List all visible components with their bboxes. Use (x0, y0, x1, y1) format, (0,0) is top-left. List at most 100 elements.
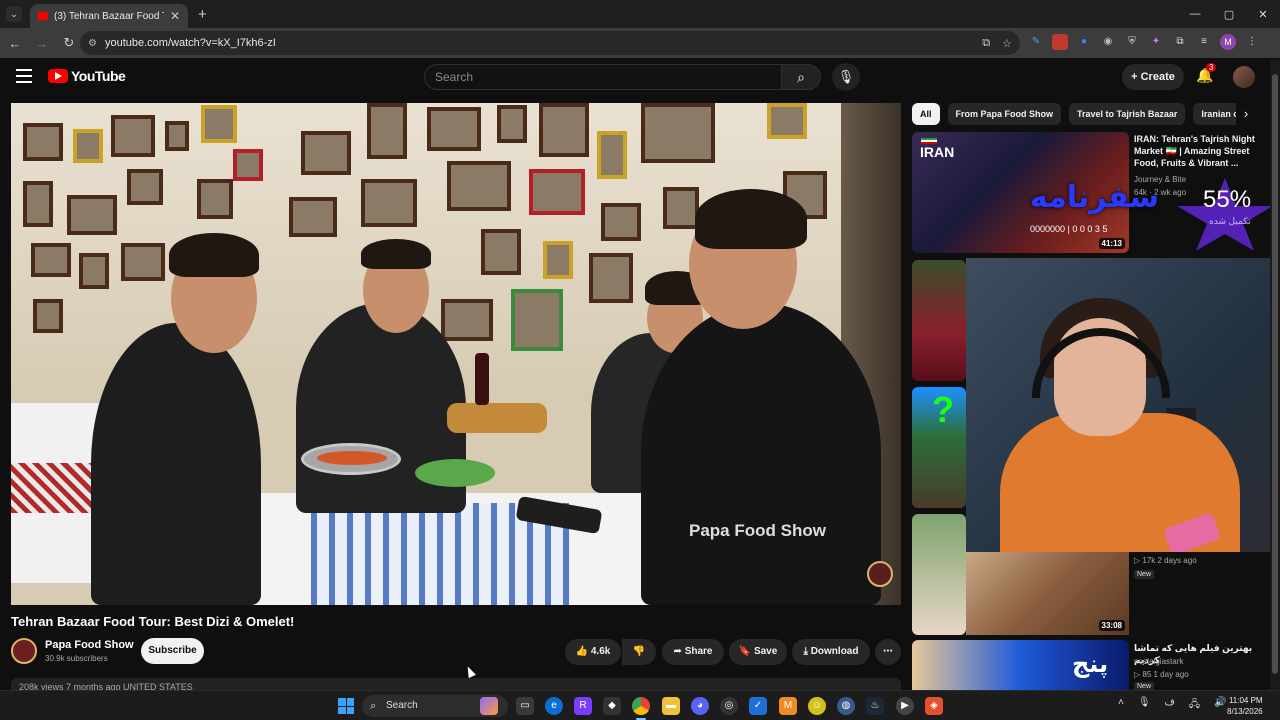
tray-network-icon[interactable]: 🖧 (1189, 697, 1200, 714)
dislike-button[interactable]: 👎 (622, 639, 656, 665)
chip-from-channel[interactable]: From Papa Food Show (947, 103, 1062, 125)
new-tab-button[interactable]: + (198, 6, 207, 23)
create-button[interactable]: + Create (1122, 64, 1184, 90)
video-salad-plate (415, 459, 495, 487)
video-person-2-hair (361, 239, 431, 269)
menu-hamburger-icon[interactable] (16, 69, 32, 83)
video-watermark: Papa Food Show (689, 521, 826, 540)
back-button[interactable]: ← (3, 36, 27, 51)
video-cola-bottle (475, 353, 489, 405)
video-person-1 (91, 323, 261, 605)
recommendation-thumbnail-food[interactable]: 33:08 (966, 552, 1129, 635)
reload-button[interactable]: ↻ (57, 35, 81, 51)
youtube-header: YouTube Search ⌕ 🎙 + Create 🔔 3 (0, 58, 1280, 98)
url-text: youtube.com/watch?v=kX_I7kh6-zI (104, 37, 276, 49)
browser-tab-active[interactable]: (3) Tehran Bazaar Food Tour: Be ✕ (30, 4, 188, 28)
task-view-icon[interactable]: ▭ (516, 697, 534, 715)
recommendation-title[interactable]: IRAN: Tehran's Tajrish Night Market 🇮🇷 |… (1134, 133, 1260, 169)
search-input[interactable]: Search (424, 64, 782, 90)
youtube-logo[interactable]: YouTube (48, 68, 126, 84)
video-player[interactable]: Papa Food Show (11, 103, 901, 605)
tab-search-button[interactable]: ⌄ (6, 6, 22, 22)
scrollbar-thumb[interactable] (1272, 74, 1278, 674)
tab-close-icon[interactable]: ✕ (170, 9, 180, 23)
extension-puzzle-icon[interactable]: ✎ (1028, 34, 1044, 50)
overlay-percent: 55% (1203, 186, 1252, 213)
chip-all[interactable]: All (912, 103, 940, 125)
chrome-browser-icon[interactable] (632, 697, 650, 715)
recommendation-channel[interactable]: nostalgiastark (1134, 657, 1183, 666)
windows-start-icon[interactable] (338, 698, 354, 714)
profile-avatar[interactable]: M (1220, 34, 1236, 50)
recommendation-thumbnail[interactable] (912, 514, 966, 635)
more-actions-button[interactable]: ⋯ (875, 639, 901, 665)
video-frame-picture (427, 107, 481, 151)
video-frame-picture (597, 131, 627, 179)
extensions-icon[interactable]: ⧉ (1172, 34, 1188, 50)
video-bread-basket (447, 403, 547, 433)
unity-icon[interactable]: ◆ (603, 697, 621, 715)
app-yellow-icon[interactable]: ☺ (808, 697, 826, 715)
vscode-icon[interactable]: ✓ (749, 697, 767, 715)
tray-microphone-icon[interactable]: 🎙 (1138, 697, 1151, 714)
discord-icon[interactable]: ◕ (691, 697, 709, 715)
reading-list-icon[interactable]: ≡ (1196, 34, 1212, 50)
share-button[interactable]: ➦ Share (662, 639, 724, 665)
video-title: Tehran Bazaar Food Tour: Best Dizi & Ome… (11, 614, 295, 629)
extension-shield-icon[interactable]: ⛨ (1124, 34, 1140, 50)
install-app-icon[interactable]: ⧉ (982, 37, 990, 50)
like-button[interactable]: 👍 4.6k (565, 639, 621, 665)
extension-gray-icon[interactable]: ◉ (1100, 34, 1116, 50)
account-avatar[interactable] (1233, 66, 1255, 88)
notifications-button[interactable]: 🔔 3 (1196, 63, 1217, 84)
recommendation-thumbnail[interactable] (912, 260, 966, 381)
extension-red-icon[interactable] (1052, 34, 1068, 50)
download-icon: ⤓ (803, 646, 808, 657)
voice-search-button[interactable]: 🎙 (832, 63, 860, 91)
app-r-icon[interactable]: R (574, 697, 592, 715)
browser-menu-icon[interactable]: ⋮ (1244, 34, 1260, 50)
video-frame-picture (197, 179, 233, 219)
close-window-button[interactable]: ✕ (1246, 8, 1280, 21)
tray-language-icon[interactable]: ف (1165, 697, 1175, 714)
app-globe-icon[interactable]: ◍ (837, 697, 855, 715)
more-horizontal-icon: ⋯ (883, 646, 893, 657)
recommendation-thumbnail[interactable]: ? (912, 387, 966, 508)
taskbar-search-label: Search (386, 700, 418, 711)
media-player-icon[interactable]: ▶ (896, 697, 914, 715)
save-button[interactable]: 🔖 Save (729, 639, 787, 665)
chip-travel[interactable]: Travel to Tajrish Bazaar (1069, 103, 1186, 125)
extension-purple-icon[interactable]: ✦ (1148, 34, 1164, 50)
video-description-box[interactable]: 208k views 7 months ago UNITED STATES (11, 678, 901, 690)
channel-avatar[interactable] (11, 638, 37, 664)
maximize-button[interactable]: ▢ (1212, 8, 1246, 21)
site-info-icon[interactable]: ⚙ (88, 38, 97, 49)
taskbar-widget-icon[interactable] (480, 697, 498, 715)
video-frame-picture (289, 197, 337, 237)
channel-subscriber-count: 30.9k subscribers (45, 654, 108, 663)
edge-browser-icon[interactable]: e (545, 697, 563, 715)
tray-volume-icon[interactable]: 🔊 (1214, 697, 1226, 714)
chevron-right-icon[interactable]: › (1236, 103, 1256, 125)
download-button[interactable]: ⤓ Download (792, 639, 870, 665)
subscribe-button[interactable]: Subscribe (141, 638, 204, 664)
steam-icon[interactable]: ♨ (866, 697, 884, 715)
minimize-button[interactable]: — (1178, 8, 1212, 20)
file-explorer-icon[interactable]: ▬ (662, 697, 680, 715)
brave-browser-icon[interactable]: ◈ (925, 697, 943, 715)
thumbnail-text: پنج (1072, 650, 1109, 678)
search-button[interactable]: ⌕ (781, 64, 821, 90)
bookmark-star-icon[interactable]: ☆ (1002, 37, 1012, 50)
obs-icon[interactable]: ◎ (720, 697, 738, 715)
channel-watermark-logo[interactable] (867, 561, 893, 587)
address-bar[interactable]: ⚙ youtube.com/watch?v=kX_I7kh6-zI ⧉ ☆ (80, 31, 1020, 55)
channel-name[interactable]: Papa Food Show (45, 639, 134, 651)
extension-blue-icon[interactable]: ● (1076, 34, 1092, 50)
mouse-cursor (464, 664, 476, 679)
forward-button[interactable]: → (30, 36, 54, 51)
page-scrollbar[interactable] (1270, 60, 1280, 690)
app-orange-icon[interactable]: M (779, 697, 797, 715)
tray-chevron-up-icon[interactable]: ˄ (1118, 697, 1124, 714)
taskbar-clock[interactable]: 11:04 PM 8/13/2026 (1227, 695, 1263, 717)
recommendation-thumbnail[interactable]: پنج (912, 640, 1129, 690)
